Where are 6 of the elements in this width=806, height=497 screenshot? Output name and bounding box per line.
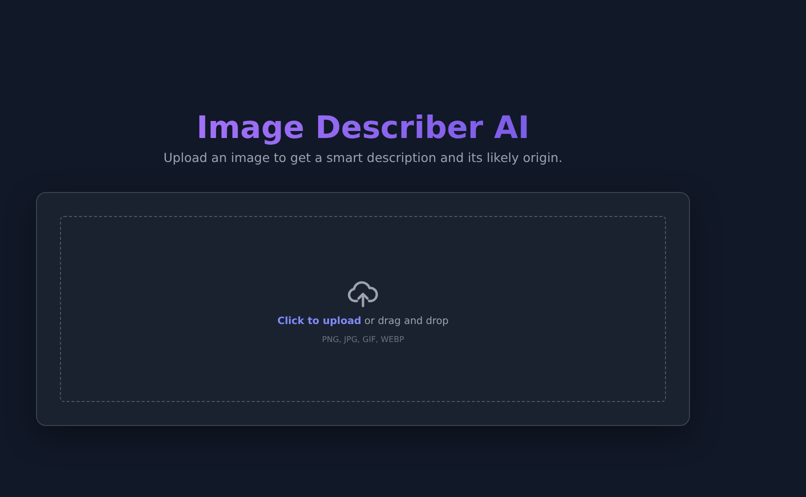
upload-link[interactable]: Click to upload [277, 316, 362, 327]
file-formats: PNG, JPG, GIF, WEBP [322, 335, 404, 344]
cloud-upload-icon [347, 280, 379, 308]
drop-zone[interactable]: Click to upload or drag and drop PNG, JPG, GIF, WEBP [60, 216, 666, 402]
subtitle: Upload an image to get a smart description and its likely origin. [164, 150, 562, 165]
upload-instruction: Click to upload or drag and drop [277, 316, 449, 327]
